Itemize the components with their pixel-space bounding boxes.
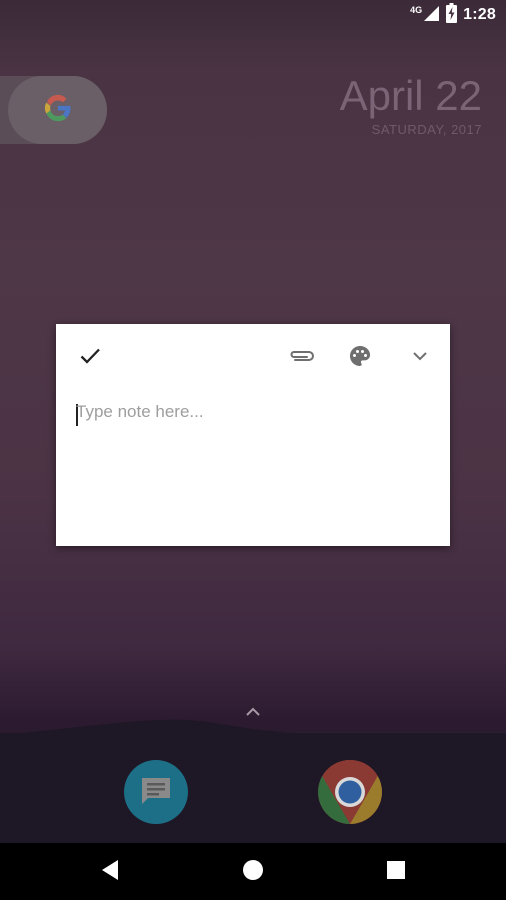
google-g-icon [43, 93, 73, 128]
battery-charging-icon [446, 2, 458, 28]
back-button[interactable] [95, 857, 125, 887]
date-widget[interactable]: April 22 SATURDAY, 2017 [340, 72, 482, 137]
status-bar: 4G 1:28 [0, 0, 506, 30]
recents-icon [386, 860, 406, 885]
google-search-button[interactable] [8, 76, 107, 144]
expand-button[interactable] [404, 342, 436, 374]
status-indicators: 4G 1:28 [410, 2, 496, 28]
note-text-input[interactable] [76, 402, 430, 532]
attachment-icon [287, 346, 315, 371]
messages-app[interactable] [124, 760, 188, 824]
color-button[interactable] [344, 342, 376, 374]
google-search-widget[interactable] [0, 76, 107, 144]
network-type-label: 4G [410, 5, 423, 15]
home-icon [242, 859, 264, 886]
date-main: April 22 [339, 72, 482, 119]
signal-icon [422, 4, 440, 27]
home-button[interactable] [238, 857, 268, 887]
attach-button[interactable] [285, 342, 317, 374]
navigation-bar [0, 843, 506, 900]
chevron-down-icon [410, 346, 430, 371]
back-icon [100, 859, 120, 886]
message-icon [136, 770, 176, 815]
chrome-app[interactable] [318, 760, 382, 824]
check-icon [78, 344, 102, 373]
dock [0, 733, 506, 843]
note-toolbar [56, 324, 450, 392]
recents-button[interactable] [381, 857, 411, 887]
save-note-button[interactable] [74, 342, 106, 374]
date-sub: SATURDAY, 2017 [371, 122, 482, 137]
clock: 1:28 [463, 6, 496, 23]
quick-note-dialog [56, 324, 450, 546]
palette-icon [348, 344, 372, 373]
chrome-icon [318, 760, 382, 828]
